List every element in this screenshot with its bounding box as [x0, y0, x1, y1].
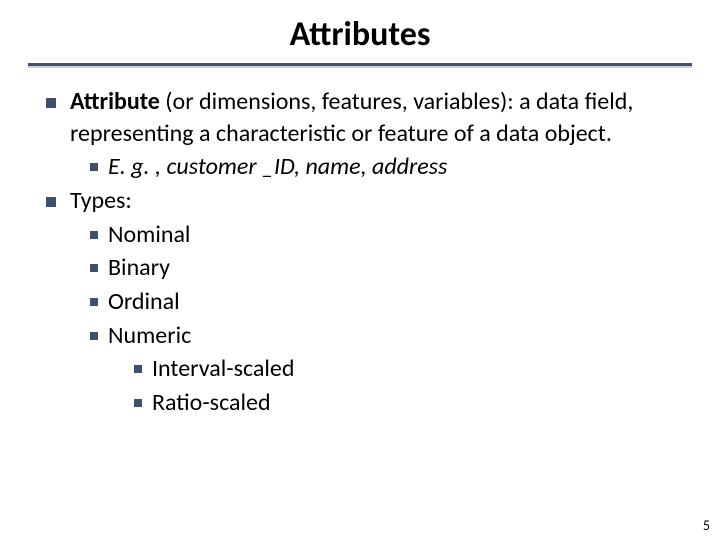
bullet-text: Ratio-scaled — [152, 387, 271, 419]
bullet-text: E. g. , customer _ID, name, address — [108, 151, 447, 183]
square-bullet-icon — [90, 332, 98, 340]
slide-content: Attribute (or dimensions, features, vari… — [0, 68, 720, 419]
square-bullet-icon — [90, 264, 98, 272]
bullet-text: Ordinal — [108, 286, 180, 318]
bullet-text: Nominal — [108, 219, 190, 251]
slide: Attributes Attribute (or dimensions, fea… — [0, 0, 720, 540]
square-bullet-icon — [46, 197, 56, 207]
square-bullet-icon — [90, 298, 98, 306]
bullet-item: Binary — [46, 252, 680, 284]
bullet-text: Numeric — [108, 320, 191, 352]
square-bullet-icon — [90, 163, 98, 171]
square-bullet-icon — [90, 231, 98, 239]
bullet-item: Ordinal — [46, 286, 680, 318]
bullet-item: Nominal — [46, 219, 680, 251]
bullet-text: Interval-scaled — [152, 353, 294, 385]
slide-title: Attributes — [0, 0, 720, 63]
square-bullet-icon — [134, 399, 142, 407]
square-bullet-icon — [134, 365, 142, 373]
square-bullet-icon — [46, 98, 56, 108]
bullet-item: Interval-scaled — [46, 353, 680, 385]
bullet-item: Types: — [46, 185, 680, 217]
bullet-item: E. g. , customer _ID, name, address — [46, 151, 680, 183]
bullet-text: Binary — [108, 252, 170, 284]
bullet-item: Numeric — [46, 320, 680, 352]
bullet-item: Ratio-scaled — [46, 387, 680, 419]
bullet-text: Attribute (or dimensions, features, vari… — [70, 86, 680, 149]
bullet-item: Attribute (or dimensions, features, vari… — [46, 86, 680, 149]
text-bold: Attribute — [70, 87, 165, 116]
page-number: 5 — [703, 517, 710, 534]
bullet-text: Types: — [70, 185, 132, 217]
